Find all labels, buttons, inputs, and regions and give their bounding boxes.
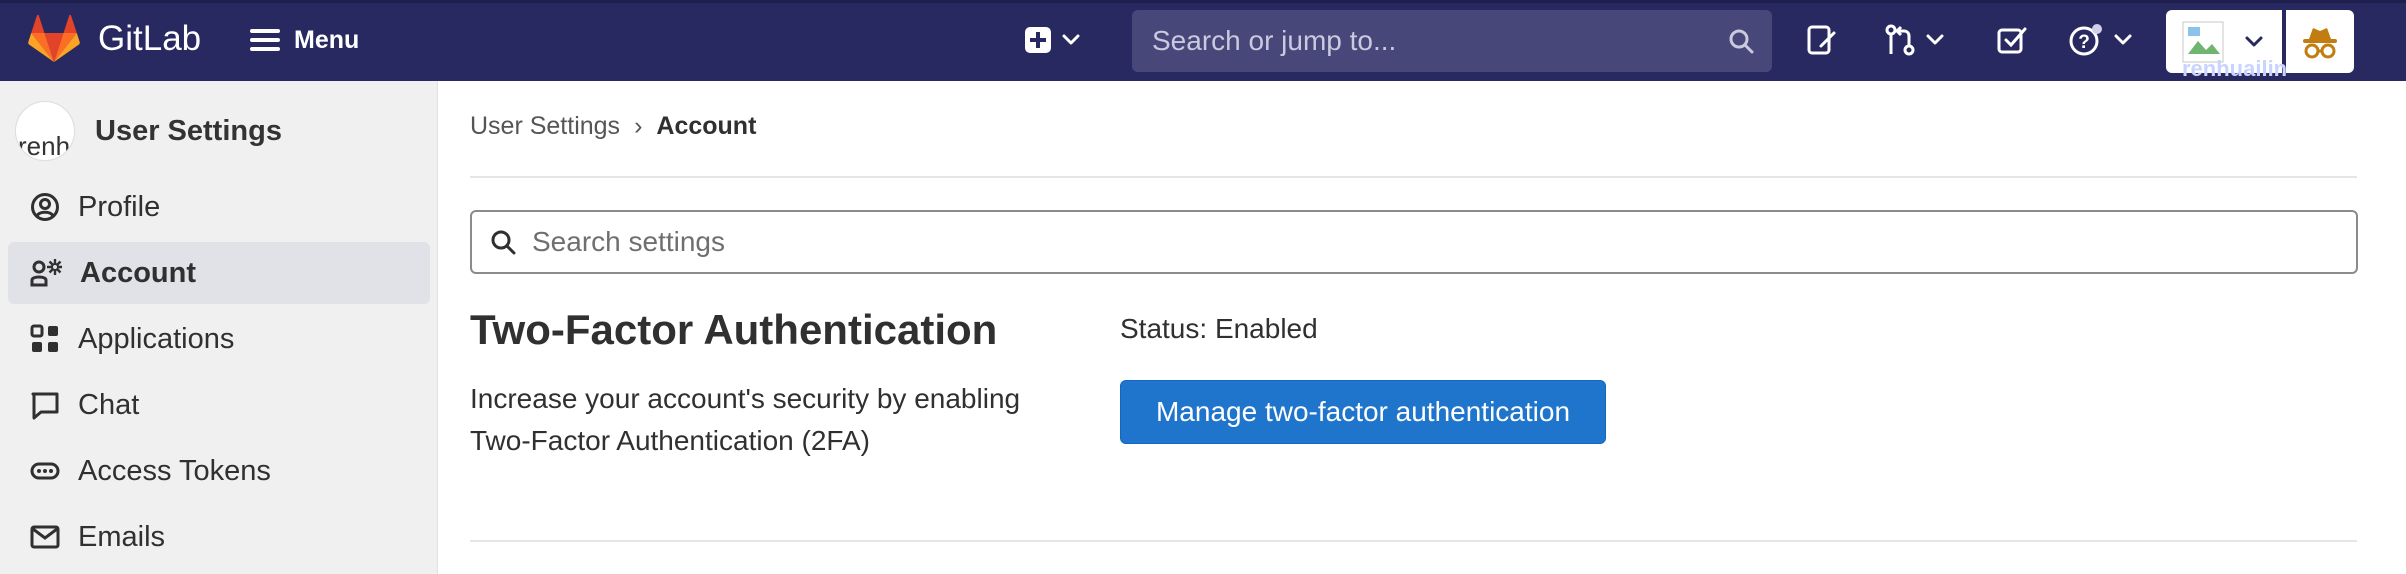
menu-button[interactable]: Menu <box>250 16 359 64</box>
menu-label: Menu <box>294 25 360 54</box>
sidebar-context-header[interactable]: renh User Settings <box>15 100 282 162</box>
search-icon <box>490 229 516 255</box>
sidebar-item-label: Account <box>80 256 196 289</box>
sidebar-item-profile[interactable]: Profile <box>8 176 430 238</box>
account-icon <box>30 258 62 288</box>
global-search[interactable] <box>1132 10 1772 72</box>
sidebar-context-title: User Settings <box>95 114 282 147</box>
search-icon <box>1728 28 1754 54</box>
help-button[interactable]: ? <box>2068 14 2132 66</box>
chevron-down-icon <box>1926 34 1944 46</box>
profile-icon <box>30 192 60 222</box>
gitlab-logo-icon <box>28 14 80 64</box>
sidebar-item-applications[interactable]: Applications <box>8 308 430 370</box>
sidebar-item-label: Emails <box>78 520 166 553</box>
gitlab-home-link[interactable]: GitLab <box>28 14 201 64</box>
sidebar-item-account[interactable]: Account <box>8 242 430 304</box>
merge-request-icon <box>1884 24 1916 56</box>
manage-two-factor-button[interactable]: Manage two-factor authentication <box>1120 380 1606 444</box>
chevron-down-icon <box>1062 34 1080 46</box>
plus-square-icon <box>1024 26 1052 54</box>
sidebar-item-label: Applications <box>78 322 235 355</box>
impersonation-icon <box>2300 22 2340 62</box>
chevron-down-icon <box>2244 35 2264 49</box>
hamburger-icon <box>250 28 280 52</box>
help-icon: ? <box>2068 23 2104 57</box>
sidebar-item-chat[interactable]: Chat <box>8 374 430 436</box>
sidebar-item-emails[interactable]: Emails <box>8 506 430 568</box>
issues-icon <box>1806 24 1838 56</box>
breadcrumb: User Settings › Account <box>470 112 756 141</box>
token-icon <box>30 456 60 486</box>
applications-icon <box>30 324 60 354</box>
sidebar-item-access-tokens[interactable]: Access Tokens <box>8 440 430 502</box>
settings-search[interactable] <box>470 210 2358 274</box>
divider <box>470 540 2357 542</box>
breadcrumb-parent[interactable]: User Settings <box>470 112 620 141</box>
breadcrumb-separator: › <box>634 112 643 140</box>
sidebar-item-label: Profile <box>78 190 161 223</box>
breadcrumb-current: Account <box>656 112 757 140</box>
global-search-input[interactable] <box>1150 24 1728 58</box>
issues-button[interactable] <box>1806 14 1838 66</box>
section-title: Two-Factor Authentication <box>470 306 998 353</box>
todo-icon <box>1997 25 2027 55</box>
divider <box>470 176 2357 178</box>
stop-impersonation-button[interactable] <box>2286 10 2354 73</box>
sidebar-item-label: Access Tokens <box>78 454 271 487</box>
chat-icon <box>30 390 60 420</box>
two-factor-status: Status: Enabled <box>1120 313 1318 344</box>
avatar: renh <box>15 101 75 161</box>
section-description: Increase your account's security by enab… <box>470 383 1021 456</box>
user-name: renhuailin <box>2182 56 2288 81</box>
brand-name: GitLab <box>98 19 202 58</box>
sidebar: renh User Settings Profile Account Appli… <box>0 81 438 574</box>
merge-requests-button[interactable] <box>1884 14 1944 66</box>
svg-text:?: ? <box>2078 32 2090 53</box>
todos-button[interactable] <box>1997 14 2027 66</box>
new-dropdown-button[interactable] <box>1024 14 1080 66</box>
chevron-down-icon <box>2114 34 2132 46</box>
settings-search-input[interactable] <box>530 225 2338 259</box>
mail-icon <box>30 522 60 552</box>
sidebar-item-label: Chat <box>78 388 140 421</box>
